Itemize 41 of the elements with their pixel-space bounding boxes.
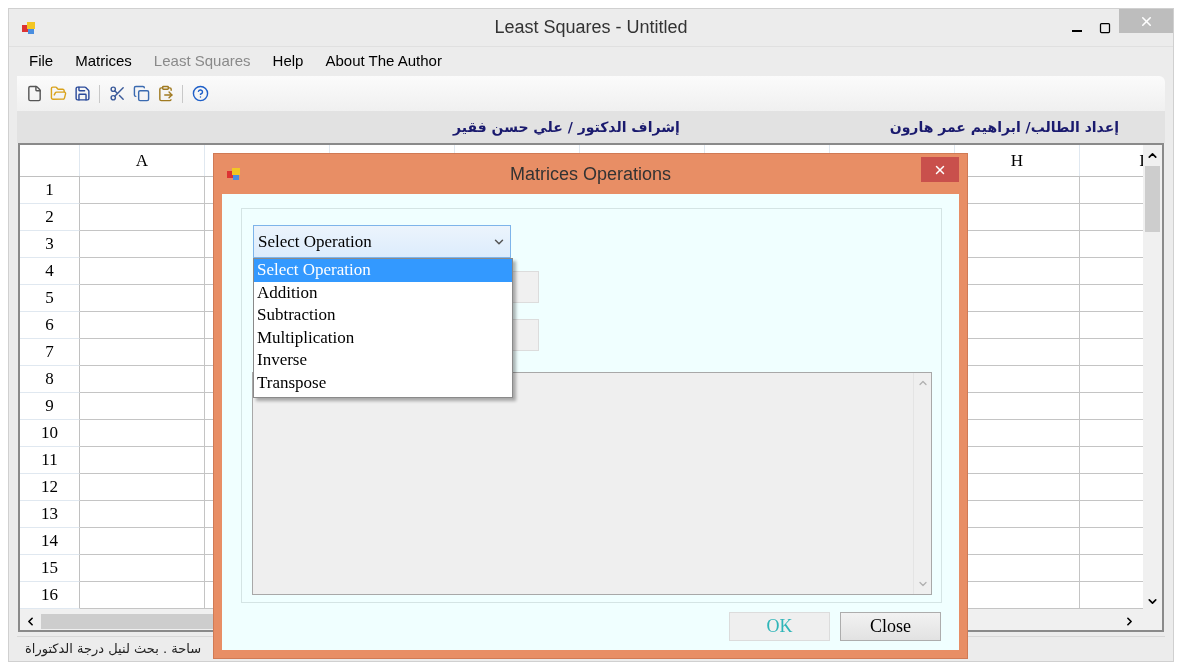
row-header[interactable]: 6 <box>45 312 54 338</box>
row-header[interactable]: 2 <box>45 204 54 230</box>
operation-dropdown[interactable]: Select Operation <box>253 225 511 258</box>
row-header[interactable]: 13 <box>41 501 58 527</box>
row-header[interactable]: 10 <box>41 420 58 446</box>
row-header[interactable]: 14 <box>41 528 58 554</box>
row-header[interactable]: 11 <box>41 447 58 473</box>
menu-item[interactable]: About The Author <box>325 50 442 73</box>
row-header[interactable]: 12 <box>41 474 58 500</box>
app-icon <box>21 19 37 36</box>
dialog-icon <box>226 166 242 182</box>
maximize-icon <box>1099 21 1111 34</box>
row-header[interactable]: 8 <box>45 366 54 392</box>
grid-cell[interactable] <box>80 582 205 609</box>
row-header[interactable]: 15 <box>41 555 58 581</box>
dialog-button[interactable]: Close <box>840 612 941 641</box>
scrollbar-thumb[interactable] <box>1145 166 1160 232</box>
student-label: إعداد الطالب/ ابراهيم عمر هارون <box>889 117 1120 138</box>
dropdown-option[interactable]: Subtraction <box>254 304 512 327</box>
row-header[interactable]: 3 <box>45 231 54 257</box>
row-header[interactable]: 16 <box>41 582 58 608</box>
column-header[interactable]: H <box>1010 147 1024 174</box>
menu-item[interactable]: Help <box>272 50 304 73</box>
row-header[interactable]: 1 <box>45 177 54 203</box>
row-header[interactable]: 5 <box>45 285 54 311</box>
row-header[interactable]: 9 <box>45 393 54 419</box>
dialog-close-button[interactable] <box>921 157 959 182</box>
dropdown-option[interactable]: Inverse <box>254 349 512 372</box>
row-header[interactable]: 4 <box>45 258 54 284</box>
dropdown-option[interactable]: Transpose <box>254 371 512 395</box>
dropdown-option[interactable]: Addition <box>254 281 512 305</box>
column-header[interactable]: A <box>135 147 149 174</box>
row-header[interactable]: 7 <box>45 339 54 365</box>
minimize-icon <box>1072 29 1082 32</box>
menu-item[interactable]: Matrices <box>75 50 132 73</box>
dialog-title: Matrices Operations <box>509 162 672 186</box>
supervisor-label: إشراف الدكتور / علي حسن فقير <box>453 117 680 138</box>
window-title: Least Squares - Untitled <box>494 16 688 39</box>
dropdown-option[interactable]: Multiplication <box>254 326 512 350</box>
status-text: ساحة . بحث لنيل درجة الدكتوراة <box>25 640 202 659</box>
menu-item[interactable]: File <box>29 50 54 73</box>
